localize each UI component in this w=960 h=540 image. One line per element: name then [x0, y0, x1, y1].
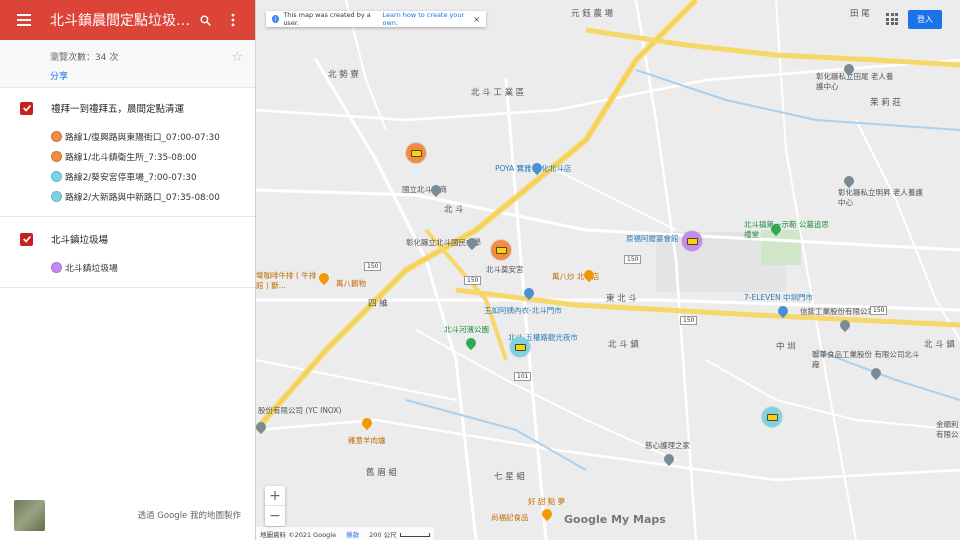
- place-label: 金順利 有限公: [936, 420, 959, 439]
- truck-marker[interactable]: [762, 407, 782, 427]
- truck-icon: [51, 150, 62, 162]
- place-label: 北 勢 寮: [328, 70, 359, 80]
- place-label: 茉 莉 莊: [870, 98, 901, 108]
- menu-icon[interactable]: [12, 8, 36, 32]
- place-label: 北 斗: [444, 205, 464, 215]
- truck-marker[interactable]: [406, 143, 426, 163]
- notice-link[interactable]: Learn how to create your own.: [383, 11, 474, 27]
- list-item[interactable]: 北斗鎮垃圾場: [0, 257, 255, 277]
- place-label: 7-ELEVEN 中圳門市: [744, 293, 813, 302]
- place-label: 東 北 斗: [606, 294, 637, 304]
- place-label: 股份有限公司 (YC INOX): [258, 406, 342, 415]
- list-item[interactable]: 路線1/復興路與東陽街口_07:00-07:30: [0, 126, 255, 146]
- google-mymaps-logo: Google My Maps: [564, 513, 666, 526]
- item-label: 路線2/葵安宮停車場_7:00-07:30: [65, 172, 197, 183]
- close-icon[interactable]: ×: [473, 15, 480, 24]
- made-with-text: 透過 Google 我的地圖製作: [137, 511, 241, 521]
- layer-title: 禮拜一到禮拜五，晨間定點清運: [51, 104, 185, 115]
- app-root: 北斗鎮晨間定點垃圾、... 瀏覽次數：34 次 分享 ☆ 禮拜一到禮拜五，晨間定…: [0, 0, 960, 540]
- layer-morning-routes: 禮拜一到禮拜五，晨間定點清運 路線1/復興路與東陽街口_07:00-07:30 …: [0, 88, 255, 217]
- place-label: 玉如阿姨內衣-北斗門市: [484, 306, 562, 315]
- layer-checkbox[interactable]: [20, 101, 33, 115]
- place-label: 萬八鵝物: [336, 279, 366, 288]
- apps-grid-icon[interactable]: [886, 13, 898, 25]
- item-label: 北斗鎮垃圾場: [65, 263, 118, 274]
- place-label: 七 星 組: [494, 472, 525, 482]
- truck-icon: [514, 343, 526, 351]
- truck-marker[interactable]: [491, 240, 511, 260]
- truck-icon: [51, 261, 62, 273]
- place-label: 北斗河濱公園: [444, 325, 489, 334]
- share-link[interactable]: 分享: [50, 69, 68, 82]
- place-label: 彰化縣私立田尾 老人養護中心: [816, 72, 894, 91]
- legend-panel: 北斗鎮晨間定點垃圾、... 瀏覽次數：34 次 分享 ☆ 禮拜一到禮拜五，晨間定…: [0, 0, 256, 540]
- list-item[interactable]: 路線2/大新路與中新路口_07:35-08:00: [0, 186, 255, 206]
- truck-icon: [766, 413, 778, 421]
- truck-marker[interactable]: [510, 337, 530, 357]
- place-label: 雞意羊肉爐: [348, 436, 386, 445]
- place-label: 聯華食品工業股份 有限公司北斗廠: [812, 350, 920, 369]
- place-label: 四 維: [368, 299, 388, 309]
- truck-marker[interactable]: [682, 231, 702, 251]
- zoom-control: + −: [265, 486, 285, 526]
- item-label: 路線1/復興路與東陽街口_07:00-07:30: [65, 132, 220, 143]
- place-label: 中 圳: [776, 342, 796, 352]
- more-vert-icon[interactable]: [219, 6, 247, 34]
- place-label: 元 鈺 農 場: [571, 9, 614, 19]
- map-notice: i This map was created by a user. Learn …: [266, 11, 486, 27]
- item-label: 路線1/北斗鎮衛生所_7:35-08:00: [65, 152, 197, 163]
- place-label: 舊 眉 組: [366, 468, 397, 478]
- zoom-out-button[interactable]: −: [265, 506, 285, 526]
- search-icon[interactable]: [191, 6, 219, 34]
- place-label: 彎咖啡牛排 ( 牛排館 ) 斷...: [256, 271, 317, 290]
- map-attribution: 地圖資料 ©2021 Google 條款 200 公尺: [256, 527, 434, 540]
- scale-bar: 200 公尺: [369, 529, 430, 539]
- place-label: 北 斗 鎮: [608, 340, 639, 350]
- sign-in-button[interactable]: 登入: [908, 10, 942, 29]
- map-canvas[interactable]: 北 勢 寮 北 斗 工 業 區 POYA 寶雅 彰化北斗店 國立北斗家商 北 斗…: [256, 0, 960, 540]
- truck-icon: [51, 130, 62, 142]
- truck-icon: [495, 246, 507, 254]
- map-meta: 瀏覽次數：34 次 分享 ☆: [0, 40, 255, 88]
- map-title: 北斗鎮晨間定點垃圾、...: [50, 13, 191, 29]
- notice-text: This map was created by a user.: [283, 11, 371, 27]
- basemap-thumbnail[interactable]: [14, 499, 45, 531]
- place-label: 原福阿嬤宴會館: [626, 234, 679, 243]
- legend-footer: 透過 Google 我的地圖製作: [0, 490, 255, 540]
- terms-link[interactable]: 條款: [346, 529, 359, 539]
- layer-title: 北斗鎮垃圾場: [51, 235, 109, 246]
- place-label: 慈心護理之家: [645, 441, 690, 450]
- view-count: 瀏覽次數：34 次: [50, 53, 119, 63]
- place-label: 北斗鎮第一示範 公墓追思禮堂: [744, 220, 829, 239]
- star-icon[interactable]: ☆: [231, 50, 243, 65]
- truck-icon: [410, 149, 422, 157]
- place-label: 好 甜 點 夢: [528, 497, 566, 506]
- place-label: 信鋐工業股份有限公司: [800, 307, 875, 316]
- place-label: 尚福記食品: [491, 513, 529, 522]
- place-label: 田 尾: [850, 9, 870, 19]
- truck-icon: [51, 190, 62, 202]
- place-label: 北斗奠安宮: [486, 265, 524, 274]
- layer-landfill: 北斗鎮垃圾場 北斗鎮垃圾場: [0, 217, 255, 288]
- item-label: 路線2/大新路與中新路口_07:35-08:00: [65, 192, 220, 203]
- place-label: 北 斗 鎮: [924, 340, 955, 350]
- truck-icon: [51, 170, 62, 182]
- truck-icon: [686, 237, 698, 245]
- info-icon: i: [272, 15, 280, 23]
- layer-checkbox[interactable]: [20, 232, 33, 246]
- place-label: 北 斗 工 業 區: [471, 88, 525, 98]
- zoom-in-button[interactable]: +: [265, 486, 285, 506]
- attribution-text: 地圖資料 ©2021 Google: [260, 530, 337, 539]
- list-item[interactable]: 路線1/北斗鎮衛生所_7:35-08:00: [0, 146, 255, 166]
- place-label: 彰化縣私立明昇 老人養護中心: [838, 188, 923, 207]
- legend-header: 北斗鎮晨間定點垃圾、...: [0, 0, 255, 40]
- list-item[interactable]: 路線2/葵安宮停車場_7:00-07:30: [0, 166, 255, 186]
